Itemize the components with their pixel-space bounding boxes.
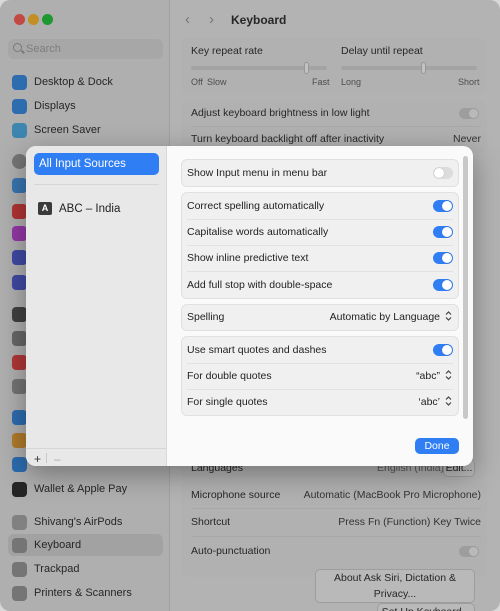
input-source-abc-india[interactable]: A ABC – India	[38, 201, 120, 217]
smart-quotes-toggle[interactable]	[433, 344, 453, 356]
spelling-value: Automatic by Language	[329, 311, 440, 323]
single-quotes-label: For single quotes	[187, 396, 268, 408]
add-input-source-button[interactable]: +	[34, 452, 41, 466]
keyboard-layout-icon: A	[38, 202, 52, 215]
text-input-sheet: All Input Sources A ABC – India + – Show…	[26, 146, 473, 466]
show-input-menu-toggle[interactable]	[433, 167, 453, 179]
input-settings-panel: Show Input menu in menu bar Correct spel…	[167, 146, 473, 466]
footer-divider	[46, 453, 47, 463]
full-stop-toggle[interactable]	[433, 279, 453, 291]
show-input-menu-row: Show Input menu in menu bar	[187, 160, 453, 186]
predictive-text-toggle[interactable]	[433, 252, 453, 264]
show-input-menu-label: Show Input menu in menu bar	[187, 167, 328, 179]
spelling-row: Spelling Automatic by Language	[187, 304, 453, 330]
double-quotes-popup[interactable]: “abc”	[416, 363, 453, 389]
correct-spelling-toggle[interactable]	[433, 200, 453, 212]
sidebar-footer: + –	[26, 448, 167, 466]
double-quotes-label: For double quotes	[187, 370, 272, 382]
full-stop-label: Add full stop with double-space	[187, 279, 333, 291]
spelling-popup[interactable]: Automatic by Language	[330, 304, 453, 330]
smart-quotes-label: Use smart quotes and dashes	[187, 344, 327, 356]
full-stop-row: Add full stop with double-space	[187, 272, 453, 298]
smart-quotes-row: Use smart quotes and dashes	[187, 337, 453, 363]
all-input-sources-item[interactable]: All Input Sources	[34, 153, 159, 175]
capitalise-toggle[interactable]	[433, 226, 453, 238]
sidebar-divider	[34, 184, 159, 185]
input-sources-sidebar: All Input Sources A ABC – India + –	[26, 146, 167, 466]
correct-spelling-row: Correct spelling automatically	[187, 193, 453, 219]
double-quotes-value: “abc”	[416, 370, 440, 382]
single-quotes-popup[interactable]: ‘abc’	[418, 389, 453, 415]
predictive-text-label: Show inline predictive text	[187, 252, 309, 264]
single-quotes-value: ‘abc’	[418, 396, 440, 408]
scrollbar[interactable]	[463, 156, 468, 419]
double-quotes-row: For double quotes “abc”	[187, 363, 453, 389]
chevron-up-down-icon	[445, 396, 452, 406]
capitalise-label: Capitalise words automatically	[187, 226, 329, 238]
settings-window: Search Desktop & Dock Displays Screen Sa…	[0, 0, 500, 611]
correct-spelling-label: Correct spelling automatically	[187, 200, 325, 212]
remove-input-source-button[interactable]: –	[54, 452, 61, 466]
input-source-label: ABC – India	[59, 203, 121, 215]
done-button[interactable]: Done	[415, 438, 459, 454]
chevron-up-down-icon	[445, 311, 452, 321]
predictive-text-row: Show inline predictive text	[187, 245, 453, 271]
spelling-label: Spelling	[187, 311, 225, 323]
chevron-up-down-icon	[445, 370, 452, 380]
capitalise-row: Capitalise words automatically	[187, 219, 453, 245]
single-quotes-row: For single quotes ‘abc’	[187, 389, 453, 415]
